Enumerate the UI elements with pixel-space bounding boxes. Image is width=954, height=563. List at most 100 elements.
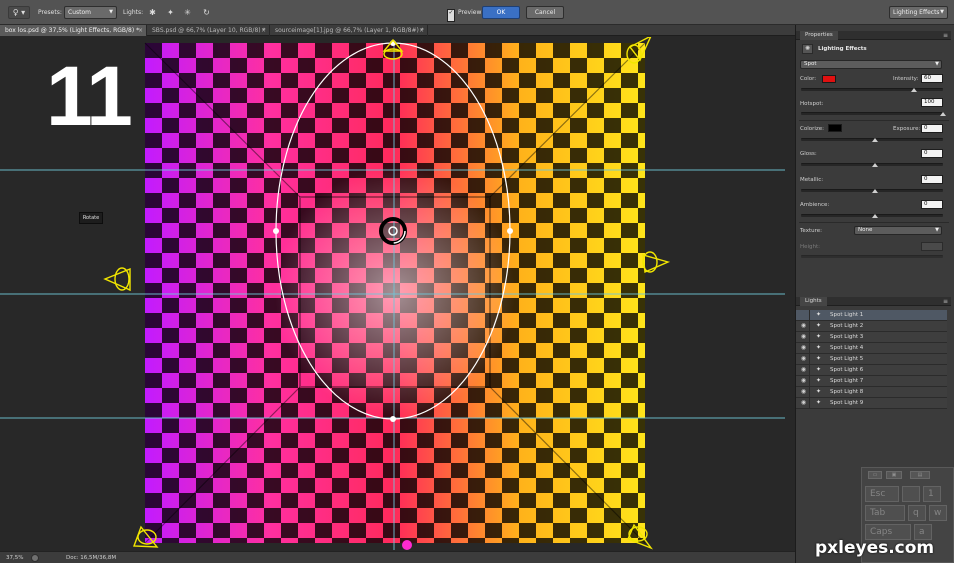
exposure-field[interactable]: 0	[921, 124, 943, 133]
lights-tab[interactable]: Lights	[800, 297, 827, 306]
close-icon[interactable]: ×	[261, 25, 266, 36]
ambience-slider[interactable]	[801, 214, 943, 218]
metallic-label: Metallic:	[800, 177, 824, 183]
light-name: Spot Light 2	[830, 323, 864, 329]
gloss-label: Gloss:	[800, 151, 817, 157]
light-name: Spot Light 5	[830, 356, 864, 362]
zoom-icon[interactable]	[31, 554, 39, 562]
colorize-swatch[interactable]	[828, 124, 842, 132]
intensity-slider[interactable]	[801, 88, 943, 92]
light-row-6[interactable]: ◉ ✦ Spot Light 6	[796, 365, 947, 376]
key-q[interactable]: q	[908, 505, 926, 521]
light-row-8[interactable]: ◉ ✦ Spot Light 8	[796, 387, 947, 398]
light-row-2[interactable]: ◉ ✦ Spot Light 2	[796, 321, 947, 332]
keyboard-toolbar-icon[interactable]: ▣	[886, 471, 902, 479]
key-1[interactable]: 1	[923, 486, 941, 502]
document-canvas[interactable]: 11 Rotate	[0, 37, 790, 550]
divider	[809, 310, 810, 320]
light-name: Spot Light 1	[830, 312, 864, 318]
cancel-button[interactable]: Cancel	[526, 6, 564, 19]
add-infinite-light-icon[interactable]: ✳	[181, 6, 194, 19]
intensity-field[interactable]: 60	[921, 74, 943, 83]
divider	[809, 343, 810, 353]
properties-panel-header: Properties ≡	[796, 31, 951, 40]
lights-list: ✦ Spot Light 1 ◉ ✦ Spot Light 2 ◉ ✦ Spot…	[796, 310, 947, 409]
texture-value: None	[858, 227, 873, 233]
hotspot-slider[interactable]	[801, 112, 946, 116]
panel-menu-icon[interactable]: ≡	[943, 31, 948, 40]
exposure-slider[interactable]	[801, 138, 943, 142]
lighting-tool-icon[interactable]: ♀ ▾	[8, 6, 30, 19]
add-spot-light-icon[interactable]: ✦	[164, 6, 177, 19]
light-row-4[interactable]: ◉ ✦ Spot Light 4	[796, 343, 947, 354]
slider-thumb[interactable]	[872, 189, 878, 193]
effect-title: Lighting Effects	[818, 46, 867, 52]
divider	[809, 332, 810, 342]
tab-sourceimage[interactable]: sourceimage[1].jpg @ 66,7% (Layer 1, RGB…	[270, 25, 428, 36]
presets-value: Custom	[68, 9, 91, 16]
light-row-3[interactable]: ◉ ✦ Spot Light 3	[796, 332, 947, 343]
divider	[809, 387, 810, 397]
workspace-select[interactable]: Lighting Effects ▼	[889, 6, 948, 19]
height-field	[921, 242, 943, 251]
status-bar: 37,5% Doc: 16,5M/36,8M	[0, 551, 795, 563]
spot-light-icon: ✦	[816, 344, 822, 351]
spot-light-icon: ✦	[816, 388, 822, 395]
eye-icon[interactable]: ◉	[799, 387, 808, 397]
eye-icon[interactable]: ◉	[799, 343, 808, 353]
gloss-field[interactable]: 0	[921, 149, 943, 158]
slider-thumb[interactable]	[872, 163, 878, 167]
add-point-light-icon[interactable]: ✱	[146, 6, 159, 19]
zoom-level[interactable]: 37,5%	[6, 555, 23, 561]
key-esc[interactable]: Esc	[865, 486, 899, 502]
intensity-label: Intensity:	[893, 76, 919, 82]
eye-icon[interactable]: ◉	[799, 376, 808, 386]
doc-size: Doc: 16,5M/36,8M	[66, 555, 117, 561]
close-icon[interactable]: ×	[419, 25, 424, 36]
slider-thumb[interactable]	[940, 112, 946, 116]
light-type-select[interactable]: Spot ▼	[800, 60, 942, 69]
tab-box-los[interactable]: box los.psd @ 37,5% (Light Effects, RGB/…	[0, 25, 147, 36]
divider	[809, 365, 810, 375]
key-blank[interactable]	[902, 486, 920, 502]
tab-sbs[interactable]: SBS.psd @ 66,7% (Layer 10, RGB/8) * ×	[147, 25, 270, 36]
chevron-down-icon: ▼	[935, 61, 939, 67]
light-row-7[interactable]: ◉ ✦ Spot Light 7	[796, 376, 947, 387]
step-number-overlay: 11	[46, 49, 133, 143]
keyboard-toolbar-icon[interactable]: ▤	[910, 471, 930, 479]
slider-thumb[interactable]	[911, 88, 917, 92]
eye-icon[interactable]: ◉	[799, 398, 808, 408]
slider-thumb[interactable]	[872, 138, 878, 142]
eye-icon[interactable]: ◉	[799, 354, 808, 364]
preview-checkbox[interactable]: ✓	[447, 9, 455, 22]
presets-select[interactable]: Custom ▼	[64, 6, 117, 19]
tab-label: sourceimage[1].jpg @ 66,7% (Layer 1, RGB…	[275, 27, 424, 34]
ambience-field[interactable]: 0	[921, 200, 943, 209]
keyboard-toolbar-icon[interactable]: ▭	[868, 471, 882, 479]
light-row-5[interactable]: ◉ ✦ Spot Light 5	[796, 354, 947, 365]
key-tab[interactable]: Tab	[865, 505, 905, 521]
light-row-1[interactable]: ✦ Spot Light 1	[796, 310, 947, 321]
chevron-down-icon: ▼	[935, 227, 939, 233]
properties-tab[interactable]: Properties	[800, 31, 838, 40]
reset-light-icon[interactable]: ↻	[200, 6, 213, 19]
light-name: Spot Light 9	[830, 400, 864, 406]
hotspot-field[interactable]: 100	[921, 98, 943, 107]
metallic-field[interactable]: 0	[921, 175, 943, 184]
gloss-slider[interactable]	[801, 163, 943, 167]
slider-thumb[interactable]	[872, 214, 878, 218]
metallic-slider[interactable]	[801, 189, 943, 193]
eye-icon[interactable]: ◉	[799, 365, 808, 375]
divider	[809, 376, 810, 386]
key-w[interactable]: w	[929, 505, 947, 521]
options-bar: ♀ ▾ Presets: Custom ▼ Lights: ✱ ✦ ✳ ↻ ✓ P…	[0, 0, 954, 25]
close-icon[interactable]: ×	[138, 25, 143, 36]
light-name: Spot Light 8	[830, 389, 864, 395]
eye-icon[interactable]: ◉	[799, 332, 808, 342]
panel-menu-icon[interactable]: ≡	[943, 297, 948, 306]
light-color-swatch[interactable]	[822, 75, 836, 83]
light-row-9[interactable]: ◉ ✦ Spot Light 9	[796, 398, 947, 409]
ok-button[interactable]: OK	[482, 6, 520, 19]
eye-icon[interactable]: ◉	[799, 321, 808, 331]
texture-select[interactable]: None ▼	[854, 226, 942, 235]
